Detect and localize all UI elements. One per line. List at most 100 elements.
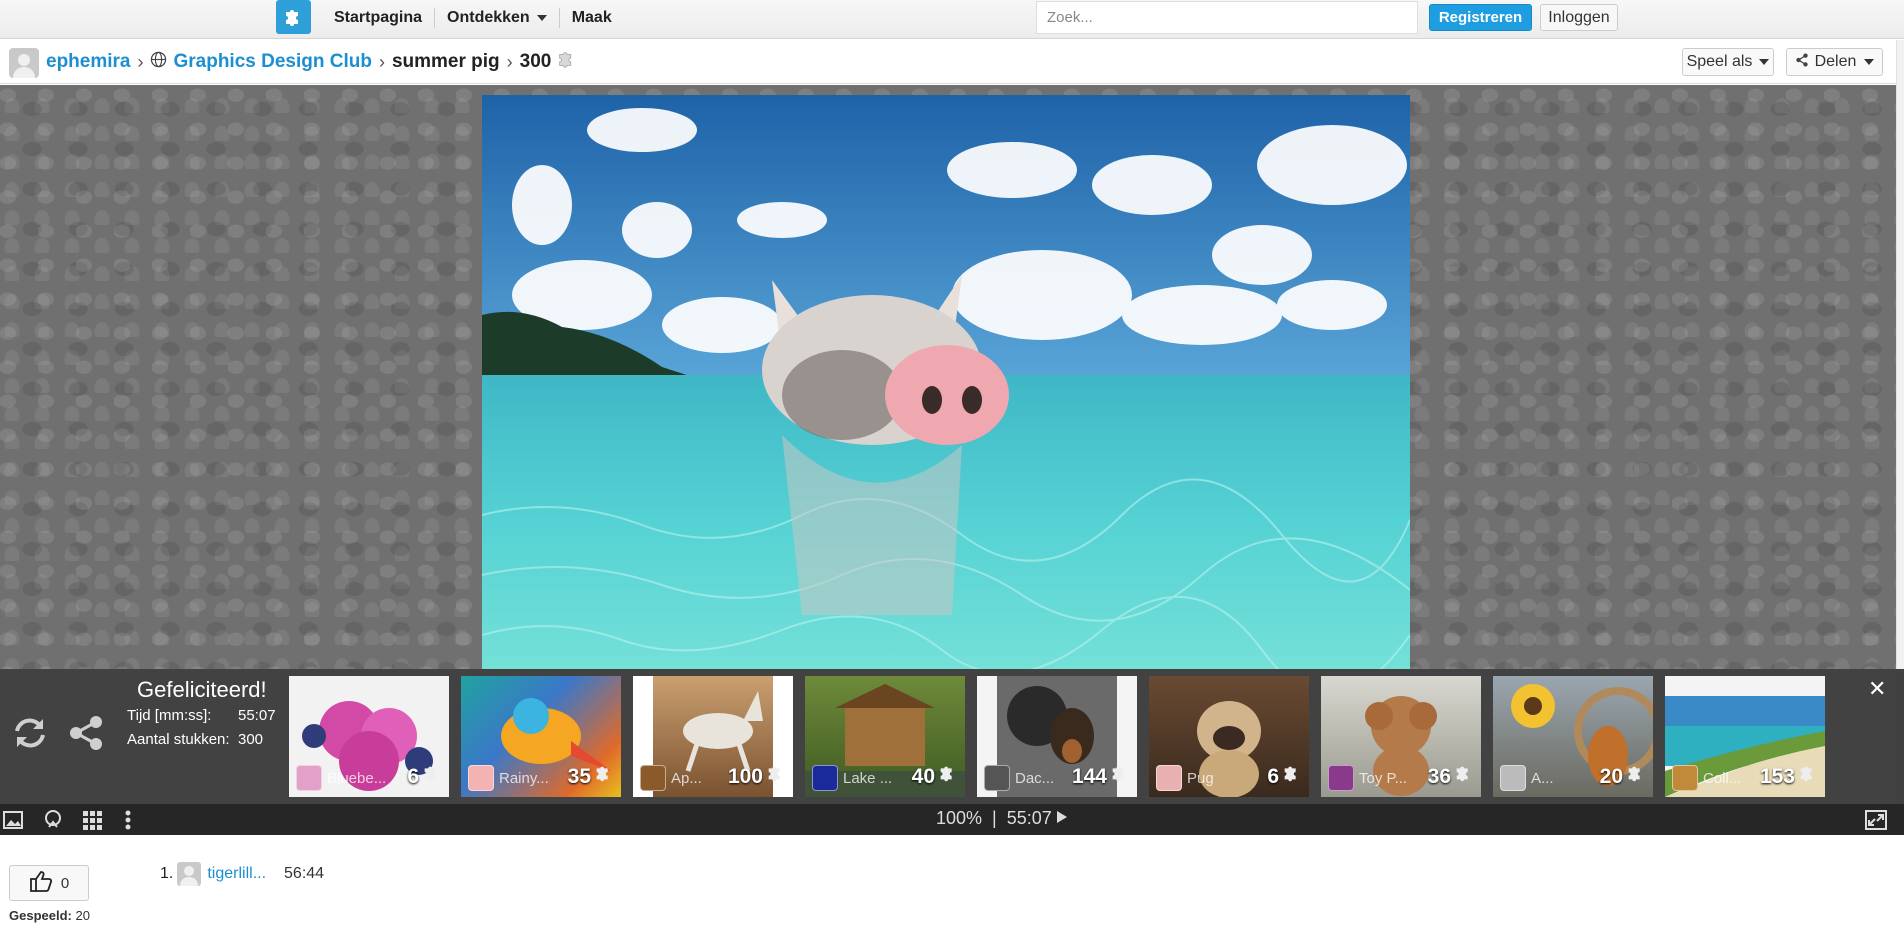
player-name-link[interactable]: tigerlill... <box>207 865 266 883</box>
share-result-icon[interactable] <box>67 715 105 756</box>
creator-avatar <box>1328 765 1354 791</box>
creator-avatar <box>640 765 666 791</box>
breadcrumb-club-link[interactable]: Graphics Design Club <box>173 51 371 73</box>
breadcrumb: ephemira › Graphics Design Club › summer… <box>46 49 578 75</box>
played-count: Gespeeld: 20 <box>9 908 90 923</box>
leaderboard-rank: 1. <box>160 865 174 882</box>
play-icon[interactable] <box>1056 808 1068 829</box>
suggested-piece-count: 36 <box>1427 765 1451 788</box>
creator-avatar <box>296 765 322 791</box>
creator-avatar <box>1672 765 1698 791</box>
leaderboard-row: 1. tigerlill... 56:44 <box>160 862 324 886</box>
suggested-puzzle-card[interactable]: Lake ... 40 <box>805 676 965 797</box>
suggested-title: Bluebe... <box>327 770 387 787</box>
share-dropdown[interactable]: Delen <box>1786 48 1883 76</box>
puzzle-piece-icon <box>1453 762 1475 789</box>
suggested-puzzle-card[interactable]: Dac... 144 <box>977 676 1137 797</box>
suggested-piece-count: 6 <box>1267 765 1279 788</box>
puzzle-piece-icon <box>1625 762 1647 789</box>
play-as-dropdown[interactable]: Speel als <box>1682 48 1774 76</box>
caret-down-icon <box>536 14 547 21</box>
login-button[interactable]: Inloggen <box>1540 4 1618 31</box>
register-button[interactable]: Registreren <box>1429 4 1532 31</box>
played-value: 20 <box>75 908 90 923</box>
register-label: Registreren <box>1438 9 1523 26</box>
nav-home-link[interactable]: Startpagina <box>322 7 436 28</box>
breadcrumb-user-link[interactable]: ephemira <box>46 51 130 73</box>
share-label: Delen <box>1814 53 1857 70</box>
time-label: Tijd [mm:ss]: <box>127 707 212 724</box>
suggested-piece-count: 20 <box>1599 765 1623 788</box>
suggested-title: Toy P... <box>1359 770 1408 787</box>
zoom-timer-display: 100% | 55:07 <box>936 808 1068 829</box>
player-time: 56:44 <box>284 865 325 882</box>
caret-down-icon <box>1864 59 1875 65</box>
suggested-title: Coll... <box>1703 770 1742 787</box>
played-label: Gespeeld: <box>9 908 72 923</box>
login-label: Inloggen <box>1548 8 1610 26</box>
chevron-right-icon: › <box>506 51 513 72</box>
timer-value: 55:07 <box>1006 808 1052 828</box>
puzzle-piece-icon <box>1281 762 1303 789</box>
suggested-piece-count: 35 <box>567 765 591 788</box>
time-stat: Tijd [mm:ss]: 55:07 <box>127 707 276 724</box>
suggested-title: Dac... <box>1015 770 1055 787</box>
globe-icon <box>150 51 167 74</box>
puzzle-piece-icon <box>765 762 787 789</box>
breadcrumb-bar: ephemira › Graphics Design Club › summer… <box>0 40 1904 84</box>
user-avatar[interactable] <box>9 48 39 78</box>
congratulations-title: Gefeliciteerd! <box>137 677 267 702</box>
completed-puzzle-image[interactable] <box>482 95 1410 669</box>
ghost-image-icon[interactable] <box>42 809 64 836</box>
suggested-piece-count: 100 <box>727 765 763 788</box>
zoom-level: 100% <box>936 808 983 828</box>
suggested-piece-count: 6 <box>407 765 419 788</box>
more-options-icon[interactable] <box>124 809 132 836</box>
suggested-title: Ap... <box>671 770 702 787</box>
suggested-puzzle-card[interactable]: Pug 6 <box>1149 676 1309 797</box>
nav-create-link[interactable]: Maak <box>560 8 624 28</box>
replay-icon[interactable] <box>10 713 50 758</box>
puzzle-piece-icon <box>937 762 959 789</box>
like-button[interactable]: 0 <box>9 865 89 901</box>
chevron-right-icon: › <box>378 51 385 72</box>
suggested-puzzle-card[interactable]: Coll... 153 <box>1665 676 1825 797</box>
close-icon[interactable]: ✕ <box>1868 676 1886 702</box>
creator-avatar <box>468 765 494 791</box>
player-avatar[interactable] <box>177 862 202 886</box>
puzzle-piece-icon <box>556 48 578 76</box>
time-value: 55:07 <box>238 707 276 724</box>
caret-down-icon <box>1759 59 1770 65</box>
jigsaw-logo-icon[interactable] <box>276 0 311 34</box>
suggested-puzzle-card[interactable]: Ap... 100 <box>633 676 793 797</box>
suggested-piece-count: 144 <box>1071 765 1107 788</box>
fullscreen-icon[interactable] <box>1864 809 1888 836</box>
thumbs-up-icon <box>29 870 53 896</box>
suggested-puzzle-card[interactable]: A... 20 <box>1493 676 1653 797</box>
suggested-puzzle-card[interactable]: Bluebe... 6 <box>289 676 449 797</box>
puzzle-piece-icon <box>1797 762 1819 789</box>
suggested-piece-count: 40 <box>911 765 935 788</box>
top-navigation-bar: Startpagina Ontdekken Maak Registreren I… <box>0 0 1904 39</box>
main-menu: Startpagina Ontdekken Maak <box>322 0 624 35</box>
creator-avatar <box>984 765 1010 791</box>
search-input[interactable] <box>1036 1 1418 34</box>
suggested-puzzle-card[interactable]: Toy P... 36 <box>1321 676 1481 797</box>
puzzle-piece-icon <box>593 762 615 789</box>
image-preview-icon[interactable] <box>2 809 24 836</box>
nav-discover-dropdown[interactable]: Ontdekken <box>435 7 560 28</box>
sort-pieces-icon[interactable] <box>81 809 103 836</box>
nav-discover-label: Ontdekken <box>447 8 530 26</box>
creator-avatar <box>812 765 838 791</box>
suggested-title: A... <box>1531 770 1554 787</box>
suggested-title: Lake ... <box>843 770 893 787</box>
creator-avatar <box>1500 765 1526 791</box>
breadcrumb-puzzle-title: summer pig <box>391 51 500 72</box>
suggested-title: Pug <box>1187 770 1214 787</box>
like-count: 0 <box>60 874 70 892</box>
suggested-puzzle-card[interactable]: Rainy... 35 <box>461 676 621 797</box>
suggested-title: Rainy... <box>499 770 549 787</box>
pieces-stat: Aantal stukken: 300 <box>127 731 263 748</box>
pieces-value: 300 <box>238 731 264 748</box>
nav-create-label: Maak <box>571 8 612 26</box>
